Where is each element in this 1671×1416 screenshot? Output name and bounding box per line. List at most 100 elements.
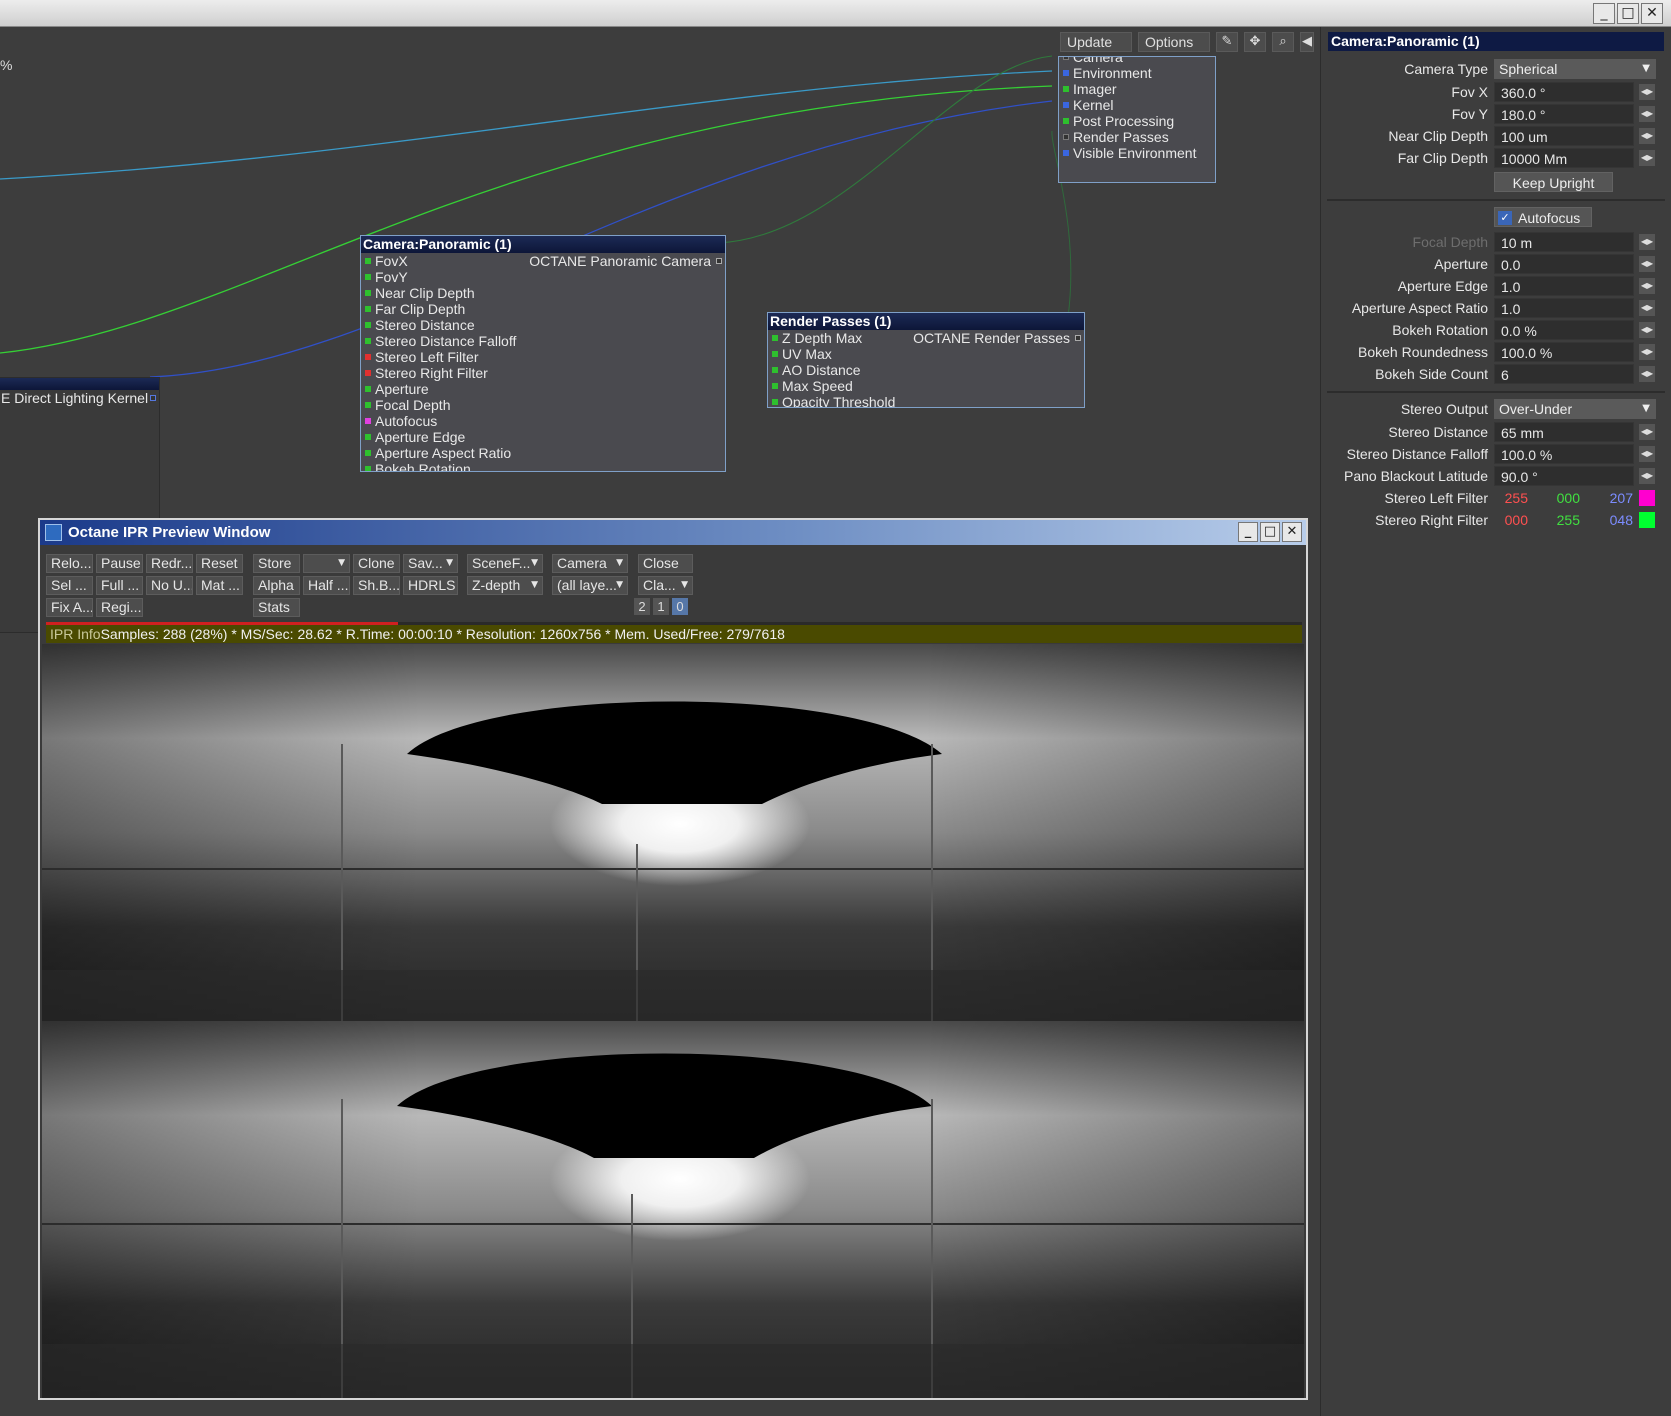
stereo-falloff-field[interactable]: 100.0 % [1494, 444, 1634, 464]
fovy-field[interactable]: 180.0 ° [1494, 104, 1634, 124]
bokeh-rotation-field[interactable]: 0.0 % [1494, 320, 1634, 340]
fix-aspect-button[interactable]: Fix A... [46, 598, 93, 617]
right-filter-blue[interactable]: 048 [1599, 512, 1633, 528]
node-input-row[interactable]: Far Clip Depth [361, 301, 725, 317]
scene-filter-dropdown[interactable]: SceneF... [467, 554, 543, 573]
stereo-distance-field[interactable]: 65 mm [1494, 422, 1634, 442]
node-input-row[interactable]: Stereo Distance [361, 317, 725, 333]
bokeh-roundedness-field[interactable]: 100.0 % [1494, 342, 1634, 362]
spinner-arrows-icon[interactable]: ◀▶ [1639, 106, 1655, 122]
select-button[interactable]: Sel ... [46, 576, 93, 595]
node-input-row[interactable]: Stereo Left Filter [361, 349, 725, 365]
half-button[interactable]: Half ... [303, 576, 350, 595]
ipr-minimize-button[interactable]: _ [1238, 522, 1258, 542]
near-clip-field[interactable]: 100 um [1494, 126, 1634, 146]
render-pass-dropdown[interactable]: Z-depth [467, 576, 543, 595]
camera-panoramic-node[interactable]: Camera:Panoramic (1) FovX OCTANE Panorami… [360, 235, 726, 472]
minimize-button[interactable]: _ [1593, 3, 1615, 24]
autofocus-checkbox[interactable]: ✓ Autofocus [1494, 207, 1592, 227]
node-input-row[interactable]: Aperture Edge [361, 429, 725, 445]
spinner-arrows-icon[interactable]: ◀▶ [1639, 128, 1655, 144]
node-input-row[interactable]: Opacity Threshold [768, 394, 1084, 407]
node-input-row[interactable]: FovX OCTANE Panoramic Camera [361, 253, 725, 269]
left-filter-green[interactable]: 000 [1546, 490, 1580, 506]
right-filter-swatch[interactable] [1639, 512, 1655, 528]
save-dropdown[interactable]: Sav... [403, 554, 458, 573]
spinner-arrows-icon[interactable]: ◀▶ [1639, 322, 1655, 338]
page-2-button[interactable]: 2 [634, 598, 650, 615]
camera-dropdown[interactable]: Camera [552, 554, 628, 573]
left-filter-swatch[interactable] [1639, 490, 1655, 506]
aperture-field[interactable]: 0.0 [1494, 254, 1634, 274]
spinner-arrows-icon[interactable]: ◀▶ [1639, 366, 1655, 382]
store-button[interactable]: Store [253, 554, 300, 573]
clone-button[interactable]: Clone [353, 554, 400, 573]
node-input-row[interactable]: Aperture Aspect Ratio [361, 445, 725, 461]
pen-icon[interactable]: ✎ [1216, 32, 1238, 52]
spinner-arrows-icon[interactable]: ◀▶ [1639, 256, 1655, 272]
spinner-arrows-icon[interactable]: ◀▶ [1639, 424, 1655, 440]
left-filter-blue[interactable]: 207 [1599, 490, 1633, 506]
far-clip-field[interactable]: 10000 Mm [1494, 148, 1634, 168]
material-button[interactable]: Mat ... [196, 576, 243, 595]
render-viewport[interactable] [42, 644, 1304, 1398]
spinner-arrows-icon[interactable]: ◀▶ [1639, 150, 1655, 166]
camera-type-select[interactable]: Spherical ▼ [1494, 59, 1656, 79]
page-1-button[interactable]: 1 [653, 598, 669, 615]
options-button[interactable]: Options [1138, 32, 1210, 52]
close-ipr-button[interactable]: Close [638, 554, 693, 573]
update-button[interactable]: Update [1060, 32, 1132, 52]
hdrls-button[interactable]: HDRLS [403, 576, 458, 595]
node-input-row[interactable]: Focal Depth [361, 397, 725, 413]
right-filter-red[interactable]: 000 [1494, 512, 1528, 528]
shb-button[interactable]: Sh.B... [353, 576, 400, 595]
pause-button[interactable]: Pause [96, 554, 143, 573]
spinner-arrows-icon[interactable]: ◀▶ [1639, 84, 1655, 100]
node-input-row[interactable]: Bokeh Rotation [361, 461, 725, 471]
reset-button[interactable]: Reset [196, 554, 243, 573]
output-input-row[interactable]: Render Passes [1059, 129, 1215, 145]
collapse-arrow-icon[interactable]: ◀ [1300, 32, 1314, 52]
node-input-row[interactable]: FovY [361, 269, 725, 285]
node-input-row[interactable]: Z Depth Max OCTANE Render Passes [768, 330, 1084, 346]
output-input-row[interactable]: Environment [1059, 65, 1215, 81]
page-0-button[interactable]: 0 [672, 598, 688, 615]
output-input-row[interactable]: Kernel [1059, 97, 1215, 113]
right-filter-green[interactable]: 255 [1546, 512, 1580, 528]
class-dropdown[interactable]: Cla... [638, 576, 693, 595]
region-button[interactable]: Regi... [96, 598, 143, 617]
reload-button[interactable]: Relo... [46, 554, 93, 573]
spinner-arrows-icon[interactable]: ◀▶ [1639, 278, 1655, 294]
ipr-titlebar[interactable]: Octane IPR Preview Window _ □ ✕ [40, 520, 1306, 545]
bokeh-side-count-field[interactable]: 6 [1494, 364, 1634, 384]
node-input-row[interactable]: Stereo Distance Falloff [361, 333, 725, 349]
output-node[interactable]: Camera Environment Imager Kernel Post Pr… [1058, 56, 1216, 183]
full-button[interactable]: Full ... [96, 576, 143, 595]
no-update-button[interactable]: No U... [146, 576, 193, 595]
render-passes-node[interactable]: Render Passes (1) Z Depth Max OCTANE Rend… [767, 312, 1085, 408]
node-input-row[interactable]: Max Speed [768, 378, 1084, 394]
output-input-row[interactable]: Visible Environment [1059, 145, 1215, 161]
ipr-close-button[interactable]: ✕ [1282, 522, 1302, 542]
node-input-row[interactable]: Aperture [361, 381, 725, 397]
output-input-row[interactable]: Camera [1059, 57, 1215, 65]
spinner-arrows-icon[interactable]: ◀▶ [1639, 446, 1655, 462]
store-slot-dropdown[interactable] [303, 554, 350, 573]
maximize-button[interactable]: □ [1617, 3, 1639, 24]
redraw-button[interactable]: Redr... [146, 554, 193, 573]
ipr-maximize-button[interactable]: □ [1260, 522, 1280, 542]
fovx-field[interactable]: 360.0 ° [1494, 82, 1634, 102]
stats-button[interactable]: Stats [253, 598, 300, 617]
node-input-row[interactable]: Stereo Right Filter [361, 365, 725, 381]
alpha-button[interactable]: Alpha [253, 576, 300, 595]
spinner-arrows-icon[interactable]: ◀▶ [1639, 344, 1655, 360]
node-input-row[interactable]: Near Clip Depth [361, 285, 725, 301]
node-input-row[interactable]: UV Max [768, 346, 1084, 362]
focal-depth-field[interactable]: 10 m [1494, 232, 1634, 252]
aperture-edge-field[interactable]: 1.0 [1494, 276, 1634, 296]
layers-dropdown[interactable]: (all laye... [552, 576, 628, 595]
move-icon[interactable]: ✥ [1244, 32, 1266, 52]
spinner-arrows-icon[interactable]: ◀▶ [1639, 234, 1655, 250]
output-input-row[interactable]: Post Processing [1059, 113, 1215, 129]
node-input-row[interactable]: AO Distance [768, 362, 1084, 378]
